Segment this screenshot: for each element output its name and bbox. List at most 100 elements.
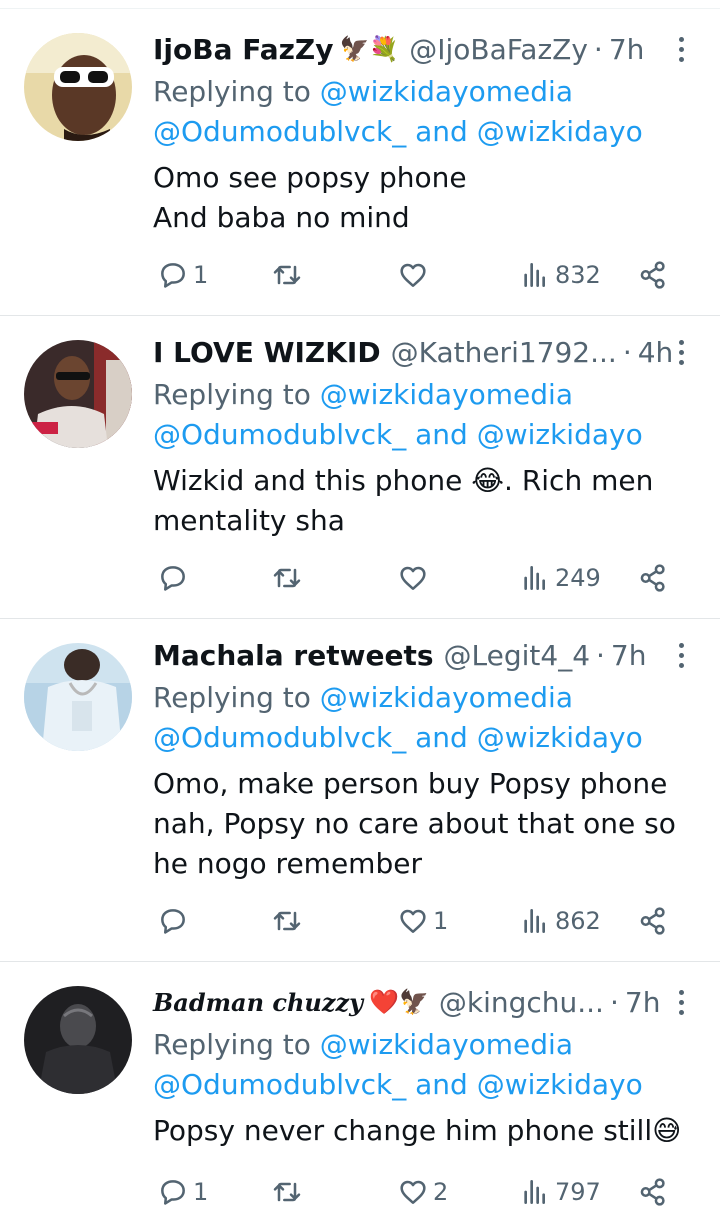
heart-icon: [400, 1180, 426, 1204]
separator: ·: [596, 638, 605, 672]
reply-icon: [161, 909, 185, 934]
reply-button[interactable]: 1: [157, 1172, 208, 1212]
tweet-text: Omo, make person buy Popsy phone nah, Po…: [153, 767, 676, 880]
name-emoji: ❤️🦅: [369, 988, 429, 1016]
avatar[interactable]: [24, 33, 132, 141]
more-icon[interactable]: [676, 643, 686, 668]
action-bar: 1 862: [153, 901, 673, 941]
mention-links[interactable]: @Odumodublvck_ and @wizkidayo: [153, 415, 643, 455]
view-count: 249: [555, 564, 601, 592]
replying-prefix: Replying to: [153, 75, 311, 108]
views-icon: [524, 566, 545, 590]
tweet-text: Popsy never change him phone still😅: [153, 1114, 682, 1147]
retweet-icon: [273, 1182, 301, 1202]
username[interactable]: @IjoBaFazZy: [409, 33, 588, 66]
like-count: 1: [433, 907, 449, 935]
like-button[interactable]: [397, 255, 433, 295]
view-count: 832: [555, 261, 601, 289]
share-button[interactable]: [637, 1172, 669, 1212]
timestamp[interactable]: 7h: [625, 986, 661, 1019]
like-button[interactable]: 2: [397, 1172, 448, 1212]
retweet-button[interactable]: [271, 901, 307, 941]
retweet-icon: [273, 265, 301, 285]
views-button[interactable]: 832: [519, 255, 601, 295]
share-icon: [640, 261, 665, 289]
reply-button[interactable]: [157, 901, 193, 941]
display-name[interactable]: IjoBa FazZy: [153, 33, 333, 66]
timestamp[interactable]: 7h: [611, 639, 647, 672]
heart-icon: [400, 263, 426, 287]
top-divider: [0, 0, 720, 9]
views-icon: [524, 263, 545, 287]
retweet-icon: [273, 911, 301, 931]
mention-link[interactable]: @wizkidayomedia: [320, 681, 573, 714]
view-count: 862: [555, 907, 601, 935]
action-bar: 1 2 797: [153, 1172, 673, 1212]
username[interactable]: @kingchu...: [439, 986, 604, 1019]
tweet-card[interactable]: I LOVE WIZKID @Katheri1792... · 4h Reply…: [0, 316, 720, 619]
replying-prefix: Replying to: [153, 378, 311, 411]
heart-icon: [400, 909, 426, 933]
reply-icon: [161, 566, 185, 591]
action-bar: 1 832: [153, 255, 673, 295]
share-icon: [640, 564, 665, 592]
mention-link[interactable]: @wizkidayomedia: [320, 1028, 573, 1061]
display-name[interactable]: Machala retweets: [153, 639, 434, 672]
display-name[interactable]: Badman chuzzy: [153, 988, 363, 1017]
separator: ·: [593, 32, 603, 66]
views-icon: [524, 1180, 545, 1204]
more-icon[interactable]: [676, 340, 686, 365]
retweet-button[interactable]: [271, 558, 307, 598]
views-icon: [524, 909, 545, 933]
replying-prefix: Replying to: [153, 681, 311, 714]
name-emoji: 🦅💐: [339, 35, 400, 63]
share-button[interactable]: [637, 558, 669, 598]
username[interactable]: @Katheri1792...: [391, 336, 617, 369]
share-button[interactable]: [637, 901, 669, 941]
tweet-text: Wizkid and this phone 😂. Rich men mental…: [153, 464, 654, 537]
replying-to: Replying to @wizkidayomedia @Odumodublvc…: [153, 1025, 643, 1105]
views-button[interactable]: 862: [519, 901, 601, 941]
replying-to: Replying to @wizkidayomedia @Odumodublvc…: [153, 678, 643, 758]
views-button[interactable]: 249: [519, 558, 601, 598]
mention-links[interactable]: @Odumodublvck_ and @wizkidayo: [153, 1065, 643, 1105]
view-count: 797: [555, 1178, 601, 1206]
timestamp[interactable]: 4h: [638, 336, 674, 369]
views-button[interactable]: 797: [519, 1172, 601, 1212]
avatar[interactable]: [24, 340, 132, 448]
avatar[interactable]: [24, 643, 132, 751]
share-button[interactable]: [637, 255, 669, 295]
share-icon: [640, 1178, 665, 1206]
separator: ·: [622, 335, 632, 369]
display-name[interactable]: I LOVE WIZKID: [153, 336, 381, 369]
reply-button[interactable]: 1: [157, 255, 208, 295]
more-icon[interactable]: [676, 990, 686, 1015]
mention-links[interactable]: @Odumodublvck_ and @wizkidayo: [153, 112, 643, 152]
like-button[interactable]: 1: [397, 901, 448, 941]
tweet-card[interactable]: Badman chuzzy ❤️🦅 @kingchu... · 7h Reply…: [0, 962, 720, 1222]
reply-button[interactable]: [157, 558, 193, 598]
mention-link[interactable]: @wizkidayomedia: [320, 378, 573, 411]
reply-icon: [161, 1180, 185, 1205]
tweet-header: I LOVE WIZKID @Katheri1792... · 4h: [153, 332, 673, 372]
tweet-card[interactable]: Machala retweets @Legit4_4 · 7h Replying…: [0, 619, 720, 962]
tweet-card[interactable]: IjoBa FazZy 🦅💐 @IjoBaFazZy · 7h Replying…: [0, 9, 720, 316]
like-button[interactable]: [397, 558, 433, 598]
mention-link[interactable]: @wizkidayomedia: [320, 75, 573, 108]
username[interactable]: @Legit4_4: [444, 639, 591, 672]
heart-icon: [400, 566, 426, 590]
action-bar: 249: [153, 558, 673, 598]
mention-links[interactable]: @Odumodublvck_ and @wizkidayo: [153, 718, 643, 758]
replying-to: Replying to @wizkidayomedia @Odumodublvc…: [153, 72, 643, 152]
reply-icon: [161, 263, 185, 288]
avatar[interactable]: [24, 986, 132, 1094]
retweet-button[interactable]: [271, 255, 307, 295]
separator: ·: [609, 985, 619, 1019]
replying-to: Replying to @wizkidayomedia @Odumodublvc…: [153, 375, 643, 455]
timestamp[interactable]: 7h: [609, 33, 645, 66]
more-icon[interactable]: [676, 37, 686, 62]
replying-prefix: Replying to: [153, 1028, 311, 1061]
tweet-header: IjoBa FazZy 🦅💐 @IjoBaFazZy · 7h: [153, 29, 644, 69]
tweet-header: Badman chuzzy ❤️🦅 @kingchu... · 7h: [153, 982, 660, 1022]
retweet-button[interactable]: [271, 1172, 307, 1212]
